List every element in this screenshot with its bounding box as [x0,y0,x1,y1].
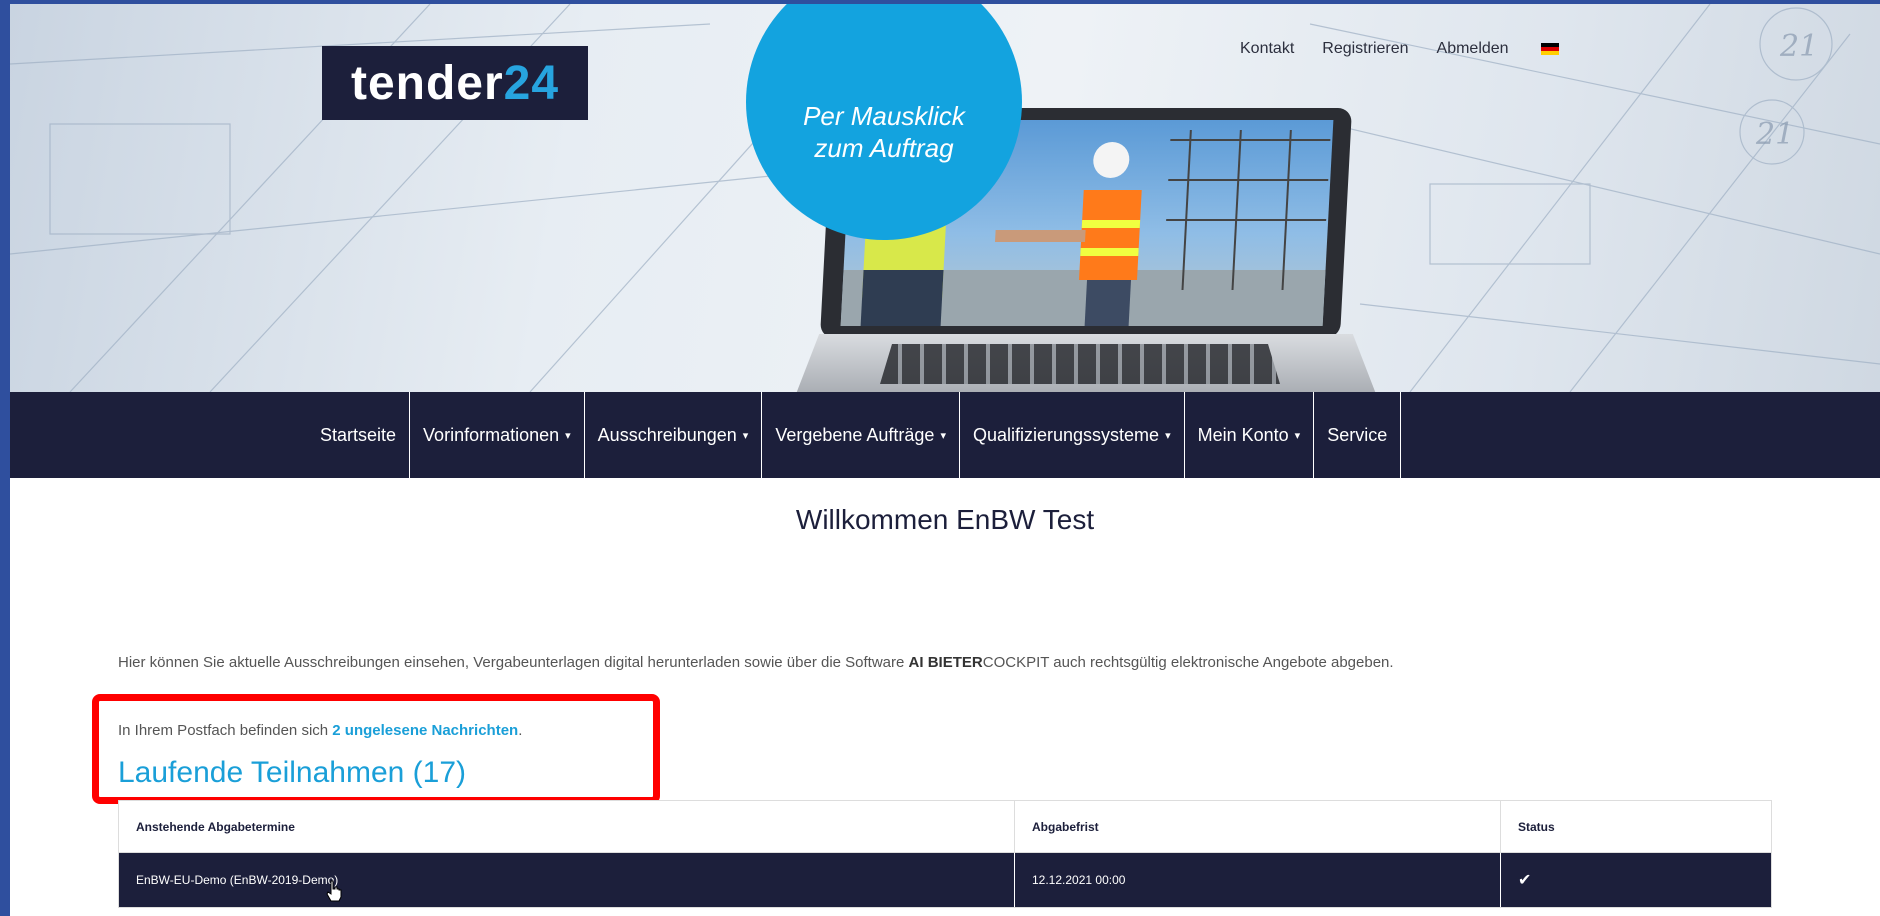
logo-text-main: tender [350,56,504,110]
hand-cursor-icon [326,880,342,902]
column-header[interactable]: Abgabefrist [1015,801,1501,852]
nav-label: Startseite [320,424,397,445]
nav-item-vorinformationen[interactable]: Vorinformationen ▾ [410,392,585,478]
link-abmelden[interactable]: Abmelden [1437,40,1509,58]
german-flag-icon[interactable] [1540,43,1559,55]
red-highlight-box [92,694,660,804]
tender24-logo[interactable]: tender 24 [322,46,588,120]
nav-label: Qualifizierungssysteme [972,424,1160,445]
nav-item-qualifizierungssysteme[interactable]: Qualifizierungssysteme ▾ [960,392,1185,478]
nav-item-service[interactable]: Service [1314,392,1402,478]
slogan-text: Per Mausklick zum Auftrag [803,101,965,163]
nav-label: Ausschreibungen [597,424,737,445]
status-cell: ✔ [1501,853,1771,907]
caret-down-icon: ▾ [940,429,946,442]
caret-down-icon: ▾ [742,429,749,442]
nav-label: Vorinformationen [423,424,560,445]
laptop-keyboard [880,344,1280,384]
nav-item-mein-konto[interactable]: Mein Konto ▾ [1185,392,1315,478]
hero-banner: 21 21 tender 24 Per Mausklick zum Auftra… [10,4,1880,392]
column-header[interactable]: Status [1501,801,1771,852]
caret-down-icon: ▾ [565,429,571,442]
tender-name-cell[interactable]: EnBW-EU-Demo (EnBW-2019-Demo) [119,853,1015,907]
deadline-cell: 12.12.2021 00:00 [1015,853,1501,907]
intro-text-part: Hier können Sie aktuelle Ausschreibungen… [118,654,909,671]
nav-label: Mein Konto [1197,424,1289,445]
nav-item-ausschreibungen[interactable]: Ausschreibungen ▾ [585,392,763,478]
checkmark-icon: ✔ [1518,872,1532,889]
caret-down-icon: ▾ [1165,429,1171,442]
nav-label: Service [1327,424,1388,445]
top-links: Kontakt Registrieren Abmelden [1240,40,1559,58]
intro-text-part: COCKPIT auch rechtsgültig elektronische … [982,654,1394,671]
nav-item-startseite[interactable]: Startseite [320,392,411,478]
logo-text-number: 24 [503,56,560,110]
table-header-row: Anstehende Abgabetermine Abgabefrist Sta… [119,801,1771,853]
browser-viewport: 21 21 tender 24 Per Mausklick zum Auftra… [10,4,1880,916]
intro-software-name: AI BIETER [908,654,983,671]
caret-down-icon: ▾ [1294,429,1301,442]
welcome-heading: Willkommen EnBW Test [795,504,1095,535]
link-registrieren[interactable]: Registrieren [1322,40,1408,58]
link-kontakt[interactable]: Kontakt [1240,40,1294,58]
main-navigation: Startseite Vorinformationen ▾ Ausschreibu… [10,392,1880,478]
table-row[interactable]: EnBW-EU-Demo (EnBW-2019-Demo) 12.12.2021… [119,853,1771,907]
nav-label: Vergebene Aufträge [775,424,935,445]
svg-text:21: 21 [1755,117,1794,152]
intro-text: Hier können Sie aktuelle Ausschreibungen… [118,654,1394,671]
nav-item-vergebene-auftraege[interactable]: Vergebene Aufträge ▾ [762,392,960,478]
participations-table: Anstehende Abgabetermine Abgabefrist Sta… [118,800,1772,908]
column-header[interactable]: Anstehende Abgabetermine [119,801,1015,852]
svg-text:21: 21 [1779,29,1818,64]
